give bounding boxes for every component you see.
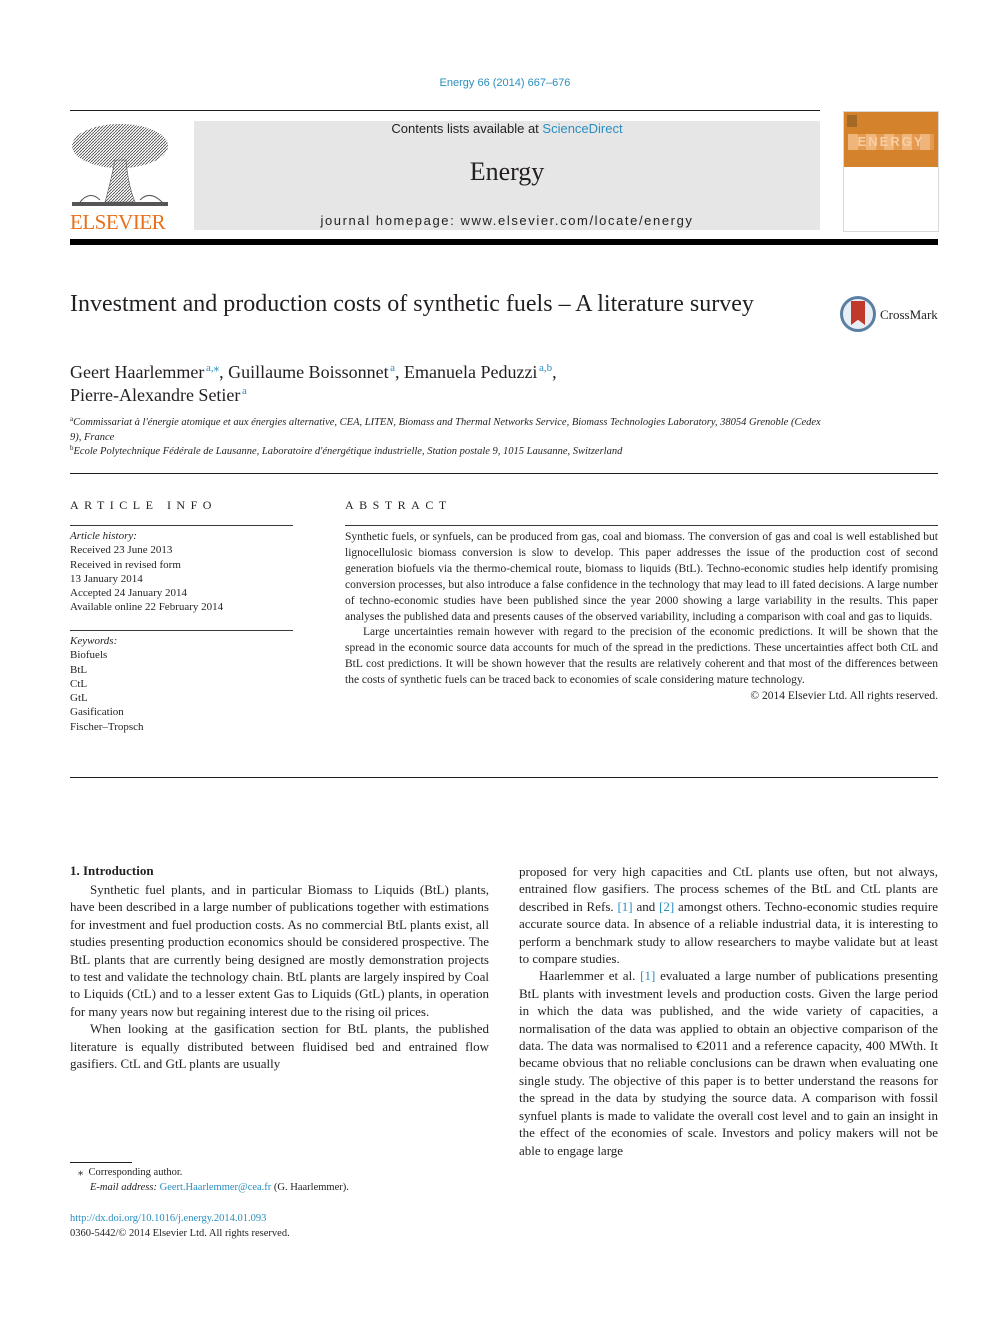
keywords-label: Keywords: bbox=[70, 635, 118, 647]
text-run: evaluated a large number of publications… bbox=[519, 968, 938, 1158]
contents-prefix: Contents lists available at bbox=[391, 121, 543, 136]
doi-block: http://dx.doi.org/10.1016/j.energy.2014.… bbox=[70, 1211, 290, 1241]
corresponding-author-note: ⁎ Corresponding author. bbox=[78, 1165, 349, 1180]
abstract-paragraph: Synthetic fuels, or synfuels, can be pro… bbox=[345, 531, 938, 623]
journal-homepage[interactable]: journal homepage: www.elsevier.com/locat… bbox=[194, 213, 820, 228]
affiliation-text: Ecole Polytechnique Fédérale de Lausanne… bbox=[73, 446, 623, 457]
author-email-link[interactable]: Geert.Haarlemmer@cea.fr bbox=[160, 1182, 272, 1193]
affiliations: aCommissariat à l'énergie atomique et au… bbox=[70, 416, 830, 460]
author-affiliation-marker[interactable]: a,⁎ bbox=[206, 362, 219, 374]
section-heading-introduction: 1. Introduction bbox=[70, 863, 154, 878]
keyword: Gasification bbox=[70, 706, 124, 719]
body-paragraph: proposed for very high capacities and Ct… bbox=[519, 863, 938, 967]
history-entry: Received 23 June 2013 bbox=[70, 544, 173, 557]
cover-title: ENERGY bbox=[857, 134, 925, 149]
author-name[interactable]: Pierre-Alexandre Setier bbox=[70, 385, 240, 405]
keyword: Fischer–Tropsch bbox=[70, 720, 144, 733]
author-affiliation-marker[interactable]: a bbox=[390, 362, 395, 374]
keyword: Biofuels bbox=[70, 649, 108, 662]
body-column-left: Synthetic fuel plants, and in particular… bbox=[70, 881, 489, 1072]
author-name[interactable]: Geert Haarlemmer bbox=[70, 362, 204, 382]
history-entry: 13 January 2014 bbox=[70, 572, 143, 585]
body-paragraph: Synthetic fuel plants, and in particular… bbox=[70, 882, 489, 1019]
crossmark-label: CrossMark bbox=[880, 307, 938, 322]
sciencedirect-link[interactable]: ScienceDirect bbox=[542, 121, 622, 136]
abstract-heading: ABSTRACT bbox=[345, 498, 452, 512]
keyword: CtL bbox=[70, 677, 88, 690]
email-suffix: (G. Haarlemmer). bbox=[271, 1182, 349, 1193]
text-run: Haarlemmer et al. bbox=[539, 968, 641, 984]
affiliation-text: Commissariat à l'énergie atomique et aux… bbox=[70, 417, 821, 443]
issn-copyright: 0360-5442/© 2014 Elsevier Ltd. All right… bbox=[70, 1228, 290, 1239]
keywords: Keywords: Biofuels BtL CtL GtL Gasificat… bbox=[70, 634, 293, 734]
abstract-paragraph: Large uncertainties remain however with … bbox=[345, 626, 938, 687]
cover-publisher-icon bbox=[847, 115, 857, 127]
keyword: GtL bbox=[70, 692, 88, 705]
text-run: and bbox=[632, 898, 660, 914]
body-paragraph: Haarlemmer et al. [1] evaluated a large … bbox=[519, 967, 938, 1158]
keywords-rule bbox=[70, 630, 293, 631]
journal-cover-thumbnail[interactable]: ENERGY bbox=[843, 111, 939, 232]
front-matter-end-rule bbox=[70, 777, 938, 778]
article-title: Investment and production costs of synth… bbox=[70, 291, 754, 317]
abstract-rule bbox=[345, 525, 938, 526]
author-affiliation-marker[interactable]: a,b bbox=[539, 362, 552, 374]
author-name[interactable]: Emanuela Peduzzi bbox=[404, 362, 537, 382]
elsevier-tree-logo-icon bbox=[70, 120, 170, 210]
footnote-marker: ⁎ bbox=[78, 1167, 84, 1178]
reference-link-1[interactable]: [1] bbox=[640, 968, 655, 983]
header-thick-rule bbox=[70, 239, 938, 245]
email-label: E-mail address: bbox=[90, 1182, 160, 1193]
article-info-rule bbox=[70, 525, 293, 526]
header-rule bbox=[70, 110, 820, 111]
section-divider bbox=[70, 473, 938, 474]
footnote-rule bbox=[70, 1162, 132, 1163]
article-history-label: Article history: bbox=[70, 530, 137, 542]
crossmark-button[interactable]: CrossMark bbox=[840, 296, 940, 336]
history-entry: Accepted 24 January 2014 bbox=[70, 587, 187, 600]
article-history: Article history: Received 23 June 2013 R… bbox=[70, 529, 293, 615]
author-affiliation-marker[interactable]: a bbox=[242, 385, 247, 397]
affiliation: bEcole Polytechnique Fédérale de Lausann… bbox=[70, 445, 830, 460]
doi-link[interactable]: http://dx.doi.org/10.1016/j.energy.2014.… bbox=[70, 1213, 266, 1224]
journal-citation-link[interactable]: Energy 66 (2014) 667–676 bbox=[0, 77, 992, 89]
elsevier-wordmark: ELSEVIER bbox=[70, 210, 166, 234]
footnote: ⁎ Corresponding author. E-mail address: … bbox=[78, 1165, 349, 1195]
history-entry: Received in revised form bbox=[70, 558, 181, 571]
email-line: E-mail address: Geert.Haarlemmer@cea.fr … bbox=[78, 1180, 349, 1195]
reference-link-1[interactable]: [1] bbox=[617, 899, 632, 914]
affiliation: aCommissariat à l'énergie atomique et au… bbox=[70, 416, 830, 445]
abstract-copyright: © 2014 Elsevier Ltd. All rights reserved… bbox=[750, 690, 938, 703]
body-column-right: proposed for very high capacities and Ct… bbox=[519, 863, 938, 1159]
keyword: BtL bbox=[70, 663, 88, 676]
corresponding-author-label: Corresponding author. bbox=[88, 1167, 183, 1178]
journal-title: Energy bbox=[469, 157, 545, 186]
body-paragraph: When looking at the gasification section… bbox=[70, 1021, 489, 1072]
cover-footer bbox=[844, 218, 938, 223]
contents-availability: Contents lists available at ScienceDirec… bbox=[194, 121, 820, 136]
author-name[interactable]: Guillaume Boissonnet bbox=[228, 362, 389, 382]
history-entry: Available online 22 February 2014 bbox=[70, 601, 224, 614]
abstract-body: Synthetic fuels, or synfuels, can be pro… bbox=[345, 530, 938, 705]
author-list: Geert Haarlemmer a,⁎, Guillaume Boissonn… bbox=[70, 362, 557, 405]
journal-banner: Contents lists available at ScienceDirec… bbox=[194, 121, 820, 230]
article-info-heading: ARTICLE INFO bbox=[70, 498, 217, 512]
reference-link-2[interactable]: [2] bbox=[659, 899, 674, 914]
